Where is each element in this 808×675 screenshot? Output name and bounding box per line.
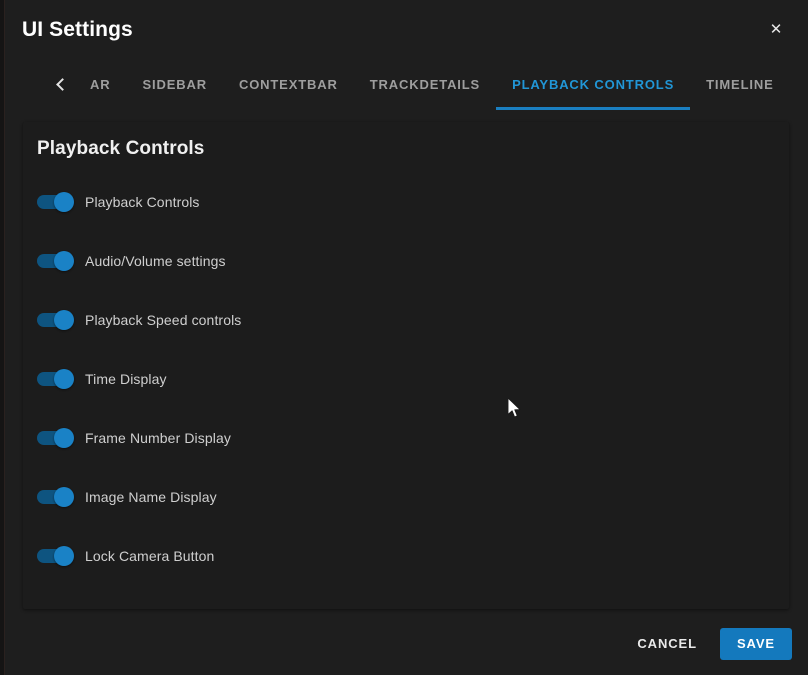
- setting-label: Frame Number Display: [85, 430, 231, 446]
- cancel-button[interactable]: CANCEL: [622, 628, 712, 660]
- toggle-frame-number-display[interactable]: [37, 428, 74, 448]
- tab-playback-controls[interactable]: PLAYBACK CONTROLS: [496, 58, 691, 110]
- setting-row-audio-volume-settings: Audio/Volume settings: [37, 247, 789, 275]
- setting-row-frame-number-display: Frame Number Display: [37, 424, 789, 452]
- setting-label: Lock Camera Button: [85, 548, 215, 564]
- dialog-titlebar: UI Settings ✕: [0, 0, 808, 58]
- setting-label: Image Name Display: [85, 489, 217, 505]
- tab-timeline[interactable]: TIMELINE: [690, 58, 789, 110]
- save-button[interactable]: SAVE: [719, 628, 792, 660]
- playback-controls-panel-inner: Playback Controls Playback Controls Audi…: [23, 122, 789, 609]
- toggle-playback-controls[interactable]: [37, 192, 74, 212]
- toggle-thumb: [54, 251, 74, 271]
- settings-tabbar: AR SIDEBAR CONTEXTBAR TRACKDETAILS PLAYB…: [0, 58, 808, 110]
- setting-row-playback-speed-controls: Playback Speed controls: [37, 306, 789, 334]
- tab-list: AR SIDEBAR CONTEXTBAR TRACKDETAILS PLAYB…: [74, 58, 790, 110]
- toggle-audio-volume-settings[interactable]: [37, 251, 74, 271]
- window-left-hairline: [4, 0, 5, 675]
- setting-row-time-display: Time Display: [37, 365, 789, 393]
- toggle-thumb: [54, 369, 74, 389]
- setting-label: Playback Controls: [85, 194, 200, 210]
- toggle-thumb: [54, 428, 74, 448]
- toggle-image-name-display[interactable]: [37, 487, 74, 507]
- toggle-thumb: [54, 192, 74, 212]
- setting-label: Playback Speed controls: [85, 312, 242, 328]
- setting-label: Time Display: [85, 371, 167, 387]
- settings-content-area: Playback Controls Playback Controls Audi…: [0, 110, 808, 617]
- toggle-thumb: [54, 546, 74, 566]
- toggle-thumb: [54, 310, 74, 330]
- tab-ar[interactable]: AR: [74, 58, 126, 110]
- playback-controls-panel: Playback Controls Playback Controls Audi…: [23, 122, 789, 609]
- tab-trackdetails[interactable]: TRACKDETAILS: [354, 58, 496, 110]
- page-title: Playback Controls: [37, 138, 205, 159]
- toggle-playback-speed-controls[interactable]: [37, 310, 74, 330]
- toggle-lock-camera-button[interactable]: [37, 546, 74, 566]
- setting-row-playback-controls: Playback Controls: [37, 188, 789, 216]
- setting-row-lock-camera-button: Lock Camera Button: [37, 542, 789, 570]
- toggle-time-display[interactable]: [37, 369, 74, 389]
- tab-sidebar[interactable]: SIDEBAR: [126, 58, 222, 110]
- toggle-thumb: [54, 487, 74, 507]
- chevron-left-icon[interactable]: [48, 58, 74, 110]
- setting-row-image-name-display: Image Name Display: [37, 483, 789, 511]
- ui-settings-dialog: UI Settings ✕ AR SIDEBAR CONTEXTBAR TRAC…: [0, 0, 808, 675]
- dialog-footer: CANCEL SAVE: [0, 617, 808, 675]
- tab-contextbar[interactable]: CONTEXTBAR: [223, 58, 354, 110]
- setting-label: Audio/Volume settings: [85, 253, 226, 269]
- close-icon[interactable]: ✕: [760, 13, 792, 45]
- chevron-left-glyph: [56, 77, 69, 91]
- dialog-title: UI Settings: [22, 17, 133, 41]
